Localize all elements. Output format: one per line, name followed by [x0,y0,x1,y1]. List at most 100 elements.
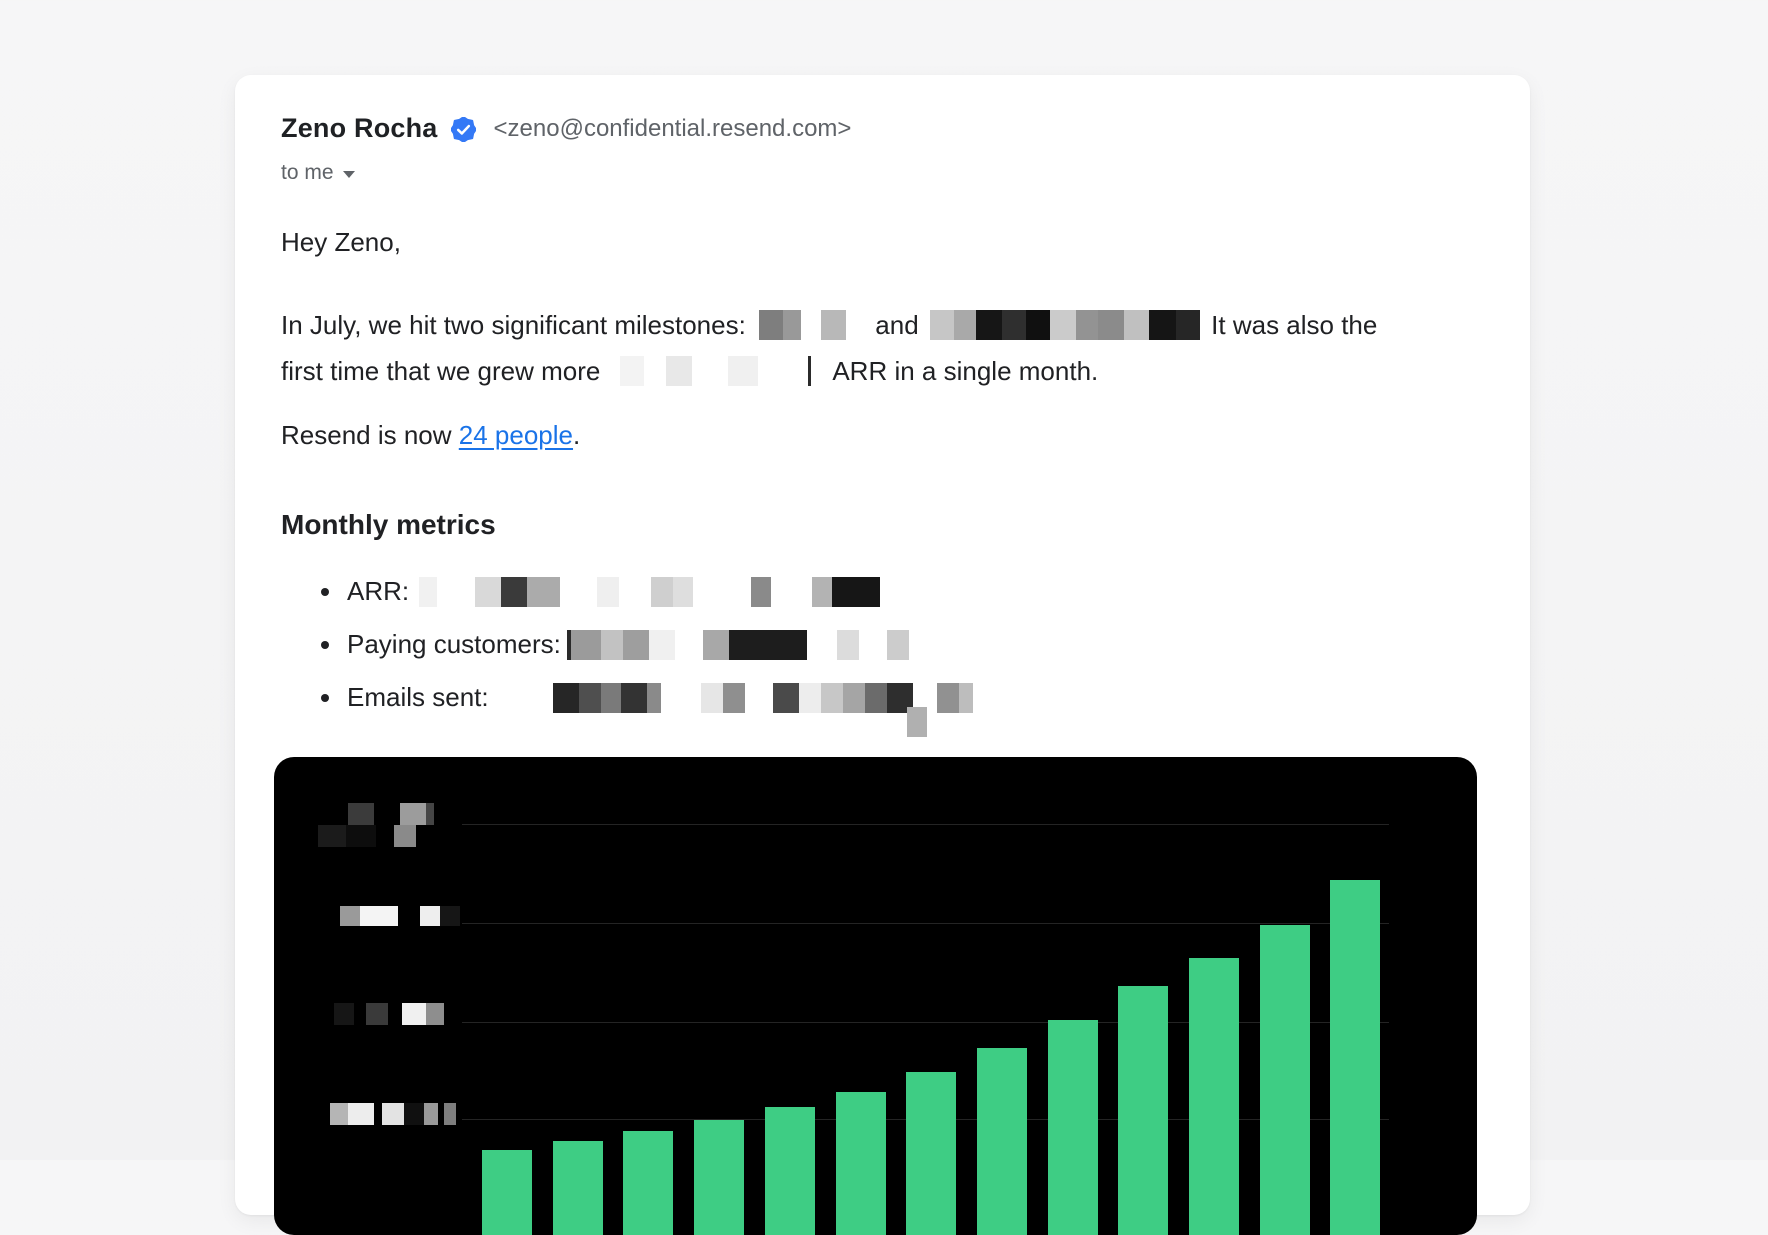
paragraph-segment: In July, we hit two significant mileston… [281,310,746,340]
redaction-pixel-block [837,630,859,660]
to-me-label: to me [281,161,334,185]
redaction-pixel-block [959,683,973,713]
redacted-text [930,310,1200,340]
redaction-pixel-block [703,630,729,660]
redaction-pixel-block [647,683,661,713]
metric-item-paying-customers: Paying customers: [281,628,1381,681]
team-size-line: Resend is now 24 people. [281,412,580,458]
chart-bar [482,1150,532,1235]
redaction-pixel-block [728,356,758,386]
redaction-pixel-block [597,577,619,607]
redaction-pixel-block [346,825,376,847]
redaction-pixel-block [729,630,807,660]
redaction-pixel-block [426,803,434,825]
metrics-heading: Monthly metrics [281,508,496,542]
redacted-y-axis-label [318,825,416,847]
redacted-y-axis-label [340,906,460,926]
redacted-y-axis-label [330,1103,456,1125]
redaction-pixel-block [348,1103,374,1125]
redaction-pixel-block [1076,310,1098,340]
redacted-text [614,356,811,386]
chart-bar [623,1131,673,1235]
redaction-pixel-block [330,1103,348,1125]
redacted-text [759,310,846,340]
redaction-pixel-block [621,683,647,713]
redaction-pixel-block [751,577,771,607]
redaction-pixel-block [426,1003,444,1025]
redaction-pixel-block [937,683,959,713]
redaction-pixel-block [701,683,723,713]
chart-bar [1048,1020,1098,1235]
redaction-pixel-block [579,683,601,713]
redaction-pixel-block [821,310,846,340]
redaction-pixel-block [571,630,601,660]
redaction-pixel-block [1124,310,1149,340]
redaction-pixel-block [887,630,909,660]
redaction-pixel-block [930,310,954,340]
redaction-pixel-block [440,906,460,926]
chart-bar [553,1141,603,1235]
redaction-pixel-block [666,356,692,386]
redaction-pixel-block [366,1003,388,1025]
redaction-pixel-block [400,803,426,825]
redaction-pixel-block [954,310,976,340]
chart-bar [1189,958,1239,1235]
chart-bar [1260,925,1310,1235]
email-header: Zeno Rocha <zeno@confidential.resend.com… [281,113,851,144]
metric-label: Emails sent: [347,681,489,714]
redaction-pixel-block [832,577,880,607]
sender-name: Zeno Rocha [281,113,438,144]
metrics-chart [274,757,1477,1235]
chart-bar [1330,880,1380,1235]
team-size-prefix: Resend is now [281,420,452,450]
chart-bar [906,1072,956,1235]
redaction-pixel-block [808,356,811,386]
redaction-pixel-block [759,310,783,340]
chart-bar [836,1092,886,1235]
redaction-pixel-block [420,906,440,926]
verified-badge-icon [451,117,476,142]
redaction-pixel-block [865,683,887,713]
paragraph-segment: and [875,310,918,340]
redaction-pixel-block [1002,310,1026,340]
to-me-dropdown[interactable]: to me [281,161,355,185]
redaction-pixel-block [723,683,745,713]
redaction-pixel-block [553,683,579,713]
redaction-pixel-block [402,1003,426,1025]
paragraph-segment: It was also the [1211,310,1377,340]
redaction-pixel-block [812,577,832,607]
redaction-pixel-block [475,577,501,607]
team-size-suffix: . [573,420,580,450]
email-card: Zeno Rocha <zeno@confidential.resend.com… [235,75,1530,1215]
redaction-pixel-block [623,630,649,660]
redaction-pixel-block [601,630,623,660]
bullet-dot [321,641,329,649]
redaction-pixel-block [651,577,673,607]
metric-label: Paying customers: [347,628,561,661]
redaction-pixel-block [976,310,1002,340]
redaction-pixel-block [649,630,675,660]
chart-gridline [462,1022,1389,1023]
redaction-pixel-block [773,683,799,713]
redaction-pixel-block [404,1103,424,1125]
redacted-y-axis-label [334,1003,444,1025]
redaction-pixel-block [382,1103,404,1125]
metric-label: ARR: [347,575,409,608]
redaction-pixel-block [501,577,527,607]
redaction-pixel-block [1149,310,1176,340]
redaction-pixel-block [360,906,398,926]
team-size-link[interactable]: 24 people [459,420,573,450]
metric-item-emails-sent: Emails sent: [281,681,1381,734]
sender-address: <zeno@confidential.resend.com> [494,115,852,143]
redacted-metric-value [409,577,880,607]
redaction-pixel-block [1026,310,1050,340]
bullet-dot [321,588,329,596]
chart-bar [694,1120,744,1235]
redaction-pixel-block [419,577,437,607]
chart-bar [765,1107,815,1235]
metric-item-arr: ARR: [281,575,1381,628]
desktop-background: { "colors": { "backdrop": "#f4f4f5", "ca… [0,0,1768,1160]
chart-bar [1118,986,1168,1235]
redaction-pixel-block [340,906,360,926]
redaction-pixel-block [318,825,346,847]
